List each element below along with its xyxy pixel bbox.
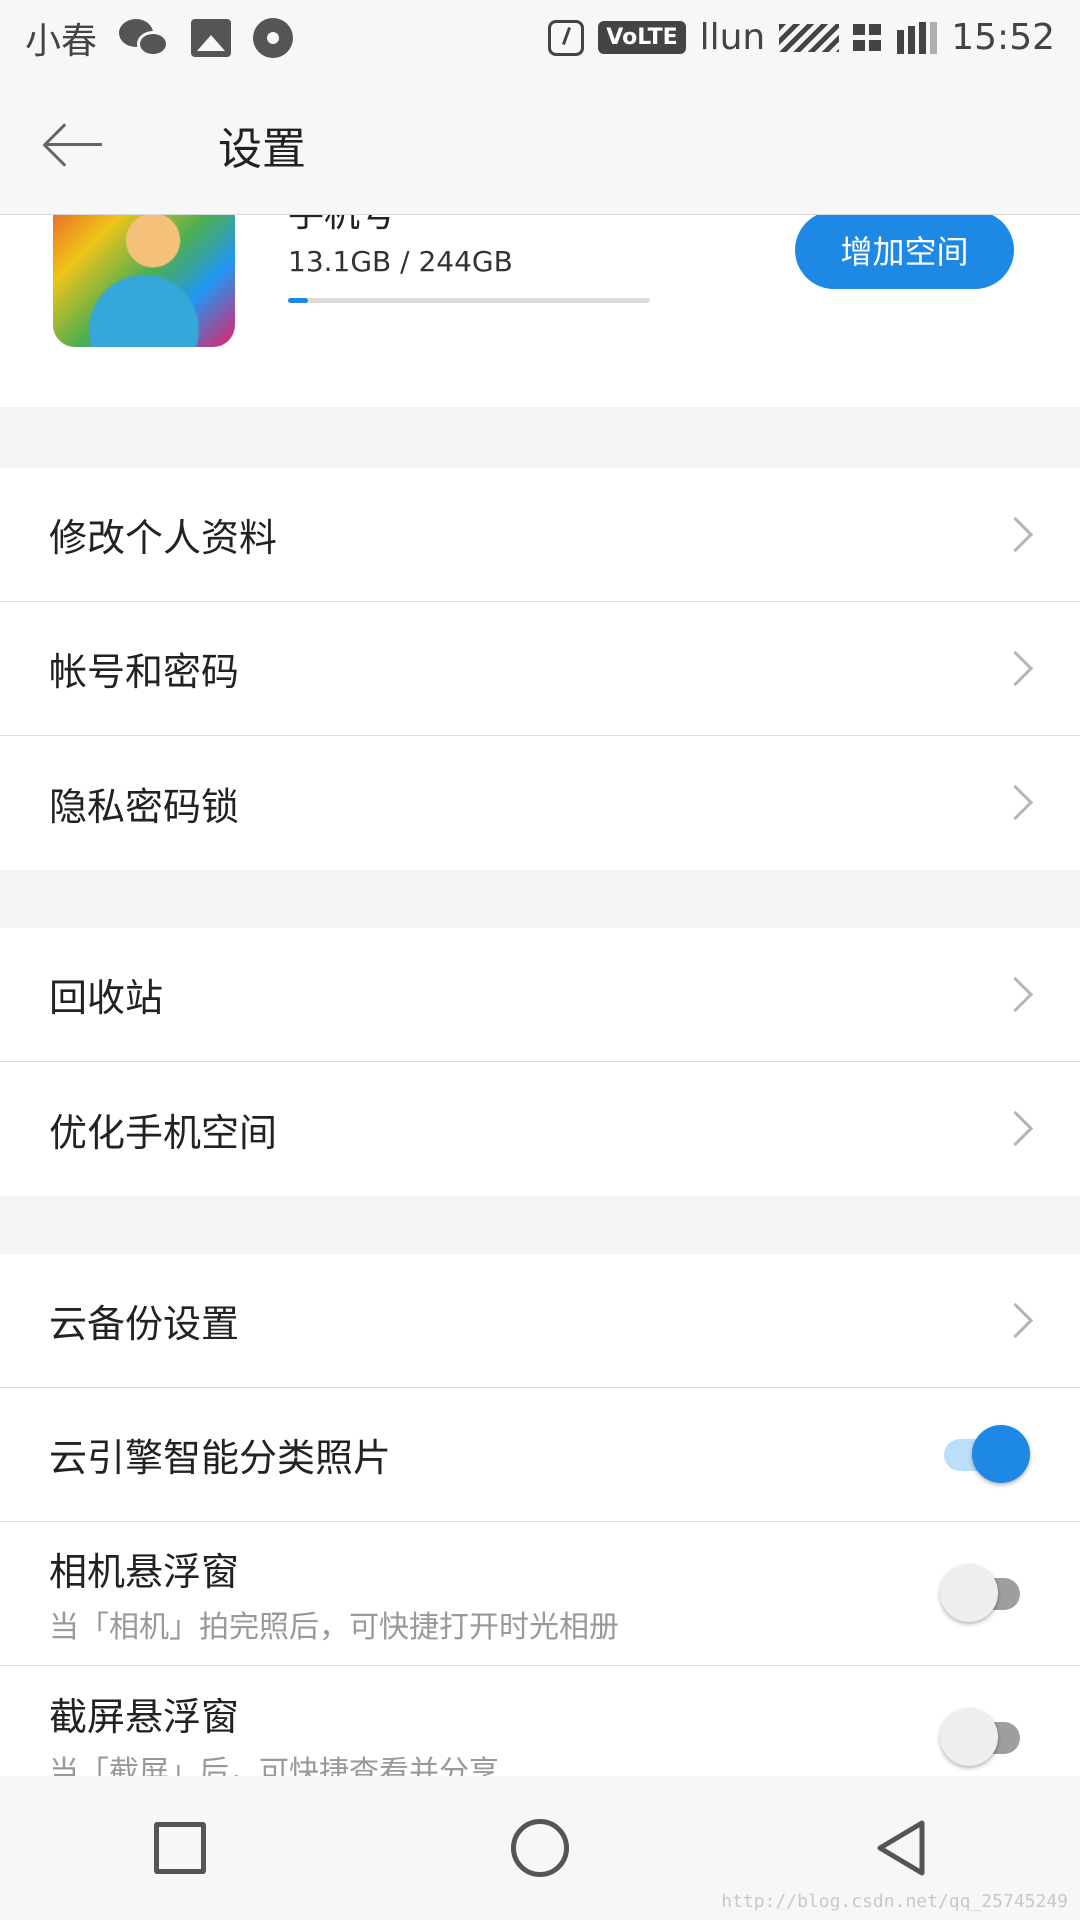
list-item-label: 修改个人资料 (49, 516, 278, 560)
storage-section: 回收站 优化手机空间 (0, 928, 1080, 1196)
square-icon (154, 1822, 206, 1874)
music-icon (253, 17, 294, 58)
avatar[interactable] (53, 215, 235, 347)
triangle-back-icon (874, 1819, 926, 1877)
status-bar: 小春 VoLTE llun 15:52 (0, 0, 1080, 75)
list-item-label: 云引擎智能分类照片 (49, 1436, 392, 1480)
list-item-label: 相机悬浮窗 (49, 1550, 240, 1594)
gallery-icon (191, 18, 232, 57)
storage-usage-text: 13.1GB / 244GB (288, 245, 513, 278)
list-item-screenshot-float: 截屏悬浮窗 当「截屏」后，可快捷查看并分享 (0, 1666, 1080, 1776)
watermark: http://blog.csdn.net/qq_25745249 (721, 1891, 1068, 1912)
chevron-right-icon (997, 1302, 1034, 1338)
page-title: 设置 (218, 123, 306, 175)
chevron-right-icon (997, 784, 1034, 821)
list-item-label: 优化手机空间 (49, 1110, 278, 1155)
system-nav-bar: http://blog.csdn.net/qq_25745249 (0, 1776, 1080, 1920)
clock-icon (548, 19, 585, 56)
smart-classify-toggle[interactable] (940, 1424, 1030, 1485)
storage-progress-fill (288, 298, 308, 303)
circle-icon (511, 1819, 569, 1877)
back-button[interactable] (38, 95, 138, 195)
list-item-account-password[interactable]: 帐号和密码 (0, 602, 1080, 736)
list-item-label: 截屏悬浮窗 (49, 1694, 240, 1739)
list-item-label: 回收站 (49, 976, 164, 1020)
chevron-right-icon (997, 650, 1034, 686)
account-section: 修改个人资料 帐号和密码 隐私密码锁 (0, 468, 1080, 870)
volte-badge: VoLTE (598, 21, 686, 54)
list-item-optimize-space[interactable]: 优化手机空间 (0, 1062, 1080, 1196)
status-app-name: 小春 (25, 20, 98, 62)
add-space-button[interactable]: 增加空间 (795, 215, 1014, 289)
signal-icon (897, 21, 938, 54)
list-item-label: 隐私密码锁 (49, 784, 240, 829)
cloud-section: 云备份设置 云引擎智能分类照片 相机悬浮窗 当「相机」拍完照后，可快捷打开时光相… (0, 1254, 1080, 1776)
wechat-icon (119, 17, 170, 59)
status-time: 15:52 (951, 17, 1055, 58)
carrier-text: llun (699, 17, 766, 58)
camera-float-toggle[interactable] (940, 1563, 1030, 1624)
list-item-label: 云备份设置 (49, 1302, 240, 1346)
app-header: 设置 (0, 75, 1080, 215)
chevron-right-icon (997, 516, 1034, 552)
storage-progress-bar (288, 298, 650, 303)
list-item-cloud-backup[interactable]: 云备份设置 (0, 1254, 1080, 1388)
nav-back-button[interactable] (850, 1798, 950, 1898)
profile-card: 手机号 13.1GB / 244GB 增加空间 (0, 215, 1080, 407)
profile-name: 手机号 (288, 215, 396, 237)
list-item-recycle-bin[interactable]: 回收站 (0, 928, 1080, 1062)
list-item-description: 当「截屏」后，可快捷查看并分享 (49, 1754, 499, 1777)
list-item-description: 当「相机」拍完照后，可快捷打开时光相册 (49, 1610, 619, 1645)
home-button[interactable] (490, 1798, 590, 1898)
list-item-camera-float: 相机悬浮窗 当「相机」拍完照后，可快捷打开时光相册 (0, 1522, 1080, 1666)
screenshot-float-toggle[interactable] (940, 1708, 1030, 1768)
recent-apps-button[interactable] (130, 1798, 230, 1898)
list-item-privacy-lock[interactable]: 隐私密码锁 (0, 736, 1080, 870)
wifi-icon (779, 23, 840, 52)
list-item-label: 帐号和密码 (49, 650, 240, 694)
chevron-right-icon (997, 1110, 1034, 1147)
data-icon (853, 23, 884, 52)
list-item-edit-profile[interactable]: 修改个人资料 (0, 468, 1080, 602)
list-item-smart-classify: 云引擎智能分类照片 (0, 1388, 1080, 1522)
chevron-right-icon (997, 976, 1034, 1012)
